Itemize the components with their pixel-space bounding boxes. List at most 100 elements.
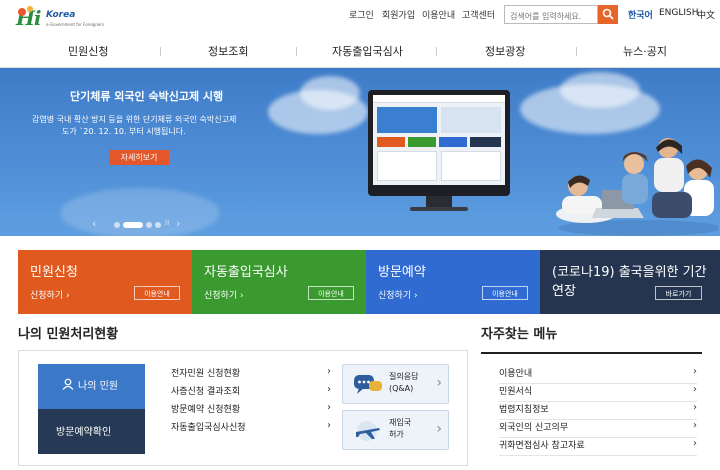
logo-dot-orange <box>18 8 26 16</box>
status-link-label: 사증신청 결과조회 <box>171 387 241 397</box>
signup-link[interactable]: 회원가입 <box>382 8 415 21</box>
reentry-permit-button[interactable]: 재입국 허가 › <box>342 410 449 450</box>
monitor-screen <box>373 95 505 185</box>
qna-label: 질의응답 (Q&A) <box>389 372 419 393</box>
apply-label: 신청하기 <box>378 291 412 301</box>
banner-title: 단기체류 외국인 숙박신고제 시행 <box>70 90 224 103</box>
guide-link[interactable]: 이용안내 <box>422 8 455 21</box>
favorite-item-law-info[interactable]: 법령지침정보 › <box>499 402 697 420</box>
pager-next-button[interactable]: › <box>176 217 180 230</box>
tile-title: 자동출입국심사 <box>204 265 288 280</box>
tile-auto-immigration[interactable]: 자동출입국심사 신청하기 › 이용안내 <box>192 250 366 314</box>
pager-dot[interactable] <box>114 222 120 228</box>
favorites-divider <box>481 352 702 354</box>
chevron-right-icon: › <box>693 366 697 377</box>
search-button[interactable] <box>598 5 618 24</box>
status-link-label: 자동출입국심사신청 <box>171 423 246 433</box>
apply-label: 신청하기 <box>30 291 64 301</box>
pager-pause-button[interactable]: II <box>165 219 169 227</box>
lang-korean[interactable]: 한국어 <box>628 8 653 21</box>
people-illustration <box>556 138 718 236</box>
cloud-decoration <box>300 76 360 110</box>
tile-visit-reservation[interactable]: 방문예약 신청하기 › 이용안내 <box>366 250 540 314</box>
status-link-e-petition[interactable]: 전자민원 신청현황 › <box>171 366 331 380</box>
pager-dot[interactable] <box>155 222 161 228</box>
shortcut-button[interactable]: 바로가기 <box>655 286 702 300</box>
apply-link[interactable]: 신청하기 › <box>378 288 418 301</box>
main-navigation: 민원신청 정보조회 자동출입국심사 정보광장 뉴스·공지 <box>0 34 720 68</box>
cloud-decoration <box>560 72 640 108</box>
header: Hi Korea e-Government for Foreigners 로그인… <box>0 0 720 32</box>
usage-guide-button[interactable]: 이용안내 <box>308 286 354 300</box>
tile-title: (코로나19) 출국을위한 기간 <box>552 265 707 280</box>
nav-auto-immigration[interactable]: 자동출입국심사 <box>332 43 403 59</box>
chevron-right-icon: › <box>327 420 331 431</box>
nav-info-plaza[interactable]: 정보광장 <box>485 43 525 59</box>
favorite-item-forms[interactable]: 민원서식 › <box>499 384 697 402</box>
main-banner: 단기체류 외국인 숙박신고제 시행 감염병 국내 확산 방지 등을 위한 단기체… <box>0 68 720 236</box>
apply-link[interactable]: 신청하기 › <box>204 288 244 301</box>
lang-chinese[interactable]: 中文 <box>697 8 715 21</box>
nav-divider <box>436 47 437 56</box>
search-input[interactable] <box>504 5 598 24</box>
nav-news-notice[interactable]: 뉴스·공지 <box>623 43 667 59</box>
hikorea-logo[interactable]: Hi Korea e-Government for Foreigners <box>16 6 104 30</box>
chevron-right-icon: › <box>327 402 331 413</box>
apply-link[interactable]: 신청하기 › <box>30 288 70 301</box>
chevron-right-icon: › <box>436 375 442 391</box>
nav-divider <box>296 47 297 56</box>
nav-civil-petition[interactable]: 민원신청 <box>68 43 108 59</box>
cloud-decoration <box>60 188 220 236</box>
favorite-item-label: 외국인의 신고의무 <box>499 423 569 433</box>
status-link-visa-result[interactable]: 사증신청 결과조회 › <box>171 384 331 398</box>
chevron-right-icon: › <box>414 291 418 301</box>
monitor-illustration <box>368 90 510 196</box>
pager-prev-button[interactable]: ‹ <box>92 217 96 230</box>
nav-divider <box>576 47 577 56</box>
status-link-label: 전자민원 신청현황 <box>171 369 241 379</box>
chevron-right-icon: › <box>693 402 697 413</box>
banner-description-line1: 감염병 국내 확산 방지 등을 위한 단기체류 외국인 숙박신고제 <box>32 115 237 124</box>
chevron-right-icon: › <box>693 438 697 449</box>
banner-more-button[interactable]: 자세히보기 <box>109 150 169 165</box>
favorite-item-label: 법령지침정보 <box>499 405 549 415</box>
banner-description-line2: 도가 `20. 12. 10. 부터 시행됩니다. <box>62 127 186 136</box>
chevron-right-icon: › <box>327 384 331 395</box>
favorite-item-report-duty[interactable]: 외국인의 신고의무 › <box>499 420 697 438</box>
monitor-stand-base <box>410 207 468 211</box>
favorite-item-usage-guide[interactable]: 이용안내 › <box>499 366 697 384</box>
apply-label: 신청하기 <box>204 291 238 301</box>
lang-english[interactable]: ENGLISH <box>659 8 699 18</box>
chevron-right-icon: › <box>436 421 442 437</box>
status-link-label: 방문예약 신청현황 <box>171 405 241 415</box>
search-icon <box>602 8 614 20</box>
reentry-permit-label: 재입국 허가 <box>389 418 412 439</box>
status-link-visit-status[interactable]: 방문예약 신청현황 › <box>171 402 331 416</box>
nav-info-lookup[interactable]: 정보조회 <box>208 43 248 59</box>
customer-center-link[interactable]: 고객센터 <box>462 8 495 21</box>
logo-dot-yellow <box>27 6 33 12</box>
tile-covid-extension[interactable]: (코로나19) 출국을위한 기간 연장 바로가기 <box>540 250 720 314</box>
usage-guide-button[interactable]: 이용안내 <box>134 286 180 300</box>
chevron-right-icon: › <box>693 420 697 431</box>
favorite-item-naturalization[interactable]: 귀화면접심사 참고자료 › <box>499 438 697 456</box>
chevron-right-icon: › <box>327 366 331 377</box>
qna-button[interactable]: 질의응답 (Q&A) › <box>342 364 449 404</box>
usage-guide-button[interactable]: 이용안내 <box>482 286 528 300</box>
chevron-right-icon: › <box>240 291 244 301</box>
my-petition-label: 나의 민원 <box>78 381 118 392</box>
my-petition-button[interactable]: 나의 민원 <box>38 364 145 409</box>
tile-civil-petition[interactable]: 민원신청 신청하기 › 이용안내 <box>18 250 192 314</box>
visit-reservation-check-button[interactable]: 방문예약확인 <box>38 409 145 454</box>
user-icon <box>62 378 74 390</box>
chat-bubble-icon <box>354 375 382 394</box>
favorite-item-label: 이용안내 <box>499 369 533 379</box>
pager-dot-active[interactable] <box>123 222 143 228</box>
status-link-auto-immigration[interactable]: 자동출입국심사신청 › <box>171 420 331 434</box>
login-link[interactable]: 로그인 <box>349 8 374 21</box>
nav-divider <box>160 47 161 56</box>
favorite-item-label: 민원서식 <box>499 387 533 397</box>
pager-dot[interactable] <box>146 222 152 228</box>
logo-korea: Korea <box>46 10 76 20</box>
favorite-item-label: 귀화면접심사 참고자료 <box>499 441 585 451</box>
